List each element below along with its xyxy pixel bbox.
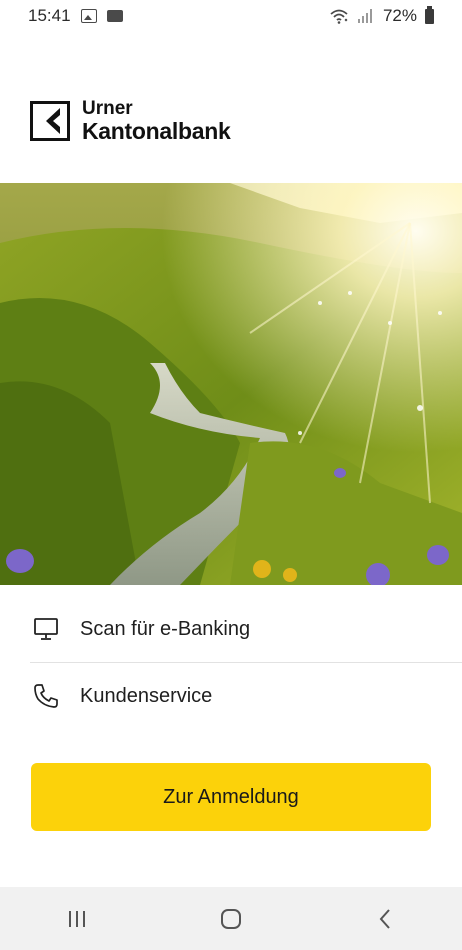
sonos-icon [106,10,123,22]
signal-icon [357,9,372,23]
recent-apps-icon[interactable] [47,894,107,944]
menu-item-label: Kundenservice [80,684,213,707]
logo-line2: Kantonalbank [82,118,231,144]
mountain-meadow-photo [0,183,462,585]
login-button[interactable]: Zur Anmeldung [31,763,431,831]
bank-logo: Urner Kantonalbank [30,98,231,144]
status-bar: 15:41 72% [0,0,462,32]
status-right: 72% [329,5,434,26]
image-icon [80,9,97,23]
logo-line1: Urner [82,98,133,119]
status-time: 15:41 [28,6,71,25]
logo-text: Urner Kantonalbank [82,98,231,144]
status-left: 15:41 [28,6,123,26]
logo-mark-icon [30,101,70,141]
menu-list: Scan für e-Banking Kundenservice [0,596,462,729]
monitor-icon [30,613,62,645]
system-nav-bar [0,887,462,950]
battery-icon [425,5,434,24]
menu-item-label: Scan für e-Banking [80,617,251,640]
menu-item-kundenservice[interactable]: Kundenservice [0,663,462,729]
phone-icon [30,680,62,712]
back-icon[interactable] [355,894,415,944]
menu-item-scan-ebanking[interactable]: Scan für e-Banking [0,596,462,662]
wifi-icon [330,9,348,24]
app-screen: 15:41 72% Urner Kantonalbank Scan für e-… [0,0,462,950]
home-icon[interactable] [201,894,261,944]
battery-percent: 72% [382,6,417,25]
hero-image [0,183,462,585]
